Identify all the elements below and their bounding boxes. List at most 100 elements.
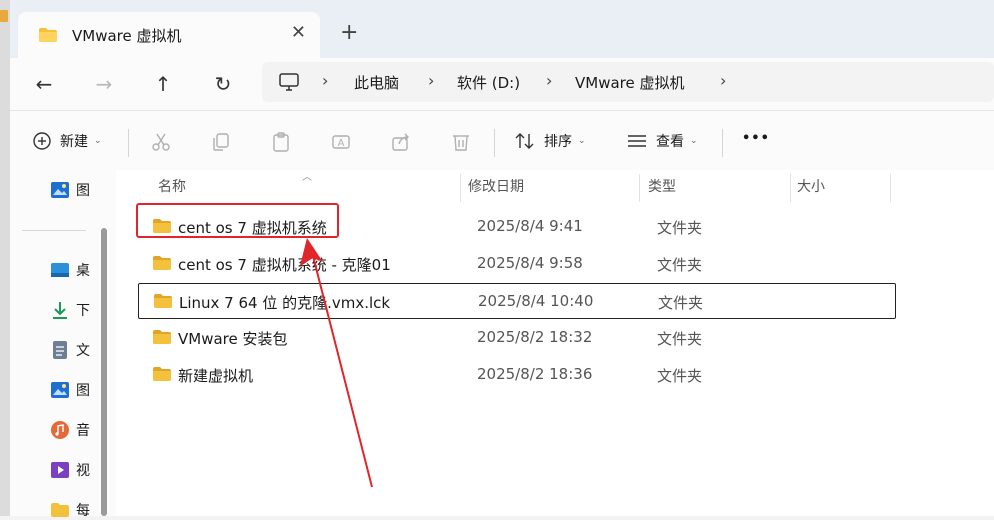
- new-label: 新建: [60, 134, 88, 150]
- column-header-size[interactable]: 大小: [797, 170, 825, 202]
- file-type: 文件夹: [657, 367, 703, 385]
- up-button[interactable]: ↑: [149, 70, 177, 98]
- sidebar-item-label: 视: [76, 463, 90, 479]
- back-button[interactable]: ←: [30, 70, 58, 98]
- breadcrumb-chevron[interactable]: ›: [720, 71, 726, 90]
- file-date: 2025/8/2 18:32: [477, 328, 593, 346]
- view-label: 查看: [656, 134, 684, 150]
- view-list-icon: [628, 135, 646, 147]
- more-options-button[interactable]: •••: [742, 131, 770, 146]
- column-header-name[interactable]: 名称: [158, 170, 186, 202]
- file-name: cent os 7 虚拟机系统 - 克隆01: [178, 256, 391, 274]
- folder-icon: [153, 330, 171, 344]
- file-date: 2025/8/4 9:41: [477, 217, 583, 235]
- folder-icon: [153, 367, 171, 381]
- breadcrumb-chevron[interactable]: ›: [322, 71, 328, 90]
- file-name: Linux 7 64 位 的克隆.vmx.lck: [179, 294, 391, 312]
- computer-icon: [279, 73, 299, 91]
- folder-icon: [39, 28, 57, 42]
- delete-icon[interactable]: [450, 131, 472, 153]
- file-date: 2025/8/4 10:40: [478, 292, 594, 310]
- folder-icon: [0, 10, 8, 22]
- divider: [639, 174, 640, 202]
- table-row[interactable]: VMware 安装包 2025/8/2 18:32 文件夹: [138, 320, 894, 354]
- share-icon[interactable]: [390, 131, 412, 153]
- file-type: 文件夹: [657, 256, 703, 274]
- divider: [722, 129, 723, 157]
- sidebar-item-documents[interactable]: 文: [50, 340, 90, 360]
- sort-button[interactable]: 排序 ⌄: [514, 131, 586, 151]
- cut-icon[interactable]: [150, 131, 172, 153]
- sidebar-item-label: 图: [76, 383, 90, 399]
- sidebar-item-pictures-2[interactable]: 图: [50, 380, 90, 400]
- table-row[interactable]: Linux 7 64 位 的克隆.vmx.lck 2025/8/4 10:40 …: [138, 283, 896, 319]
- sidebar-scrollbar[interactable]: [101, 228, 107, 516]
- highlight-annotation-box: [136, 203, 339, 238]
- file-name: VMware 安装包: [178, 330, 288, 348]
- breadcrumb-this-pc[interactable]: 此电脑: [354, 72, 399, 93]
- sidebar-item-label: 文: [76, 343, 90, 359]
- file-list: ︿ 名称 修改日期 类型 大小 cent os 7 虚拟机系统 2025/8/4…: [116, 170, 994, 516]
- sidebar-item-label: 每: [76, 503, 90, 519]
- column-header-date[interactable]: 修改日期: [468, 170, 524, 202]
- sidebar-item-folder[interactable]: 每: [50, 500, 90, 520]
- music-icon: [51, 421, 69, 439]
- desktop-icon: [51, 263, 69, 277]
- new-button[interactable]: 新建 ⌄: [32, 131, 102, 151]
- file-date: 2025/8/4 9:58: [477, 254, 583, 272]
- breadcrumb-drive-d[interactable]: 软件 (D:): [457, 72, 520, 93]
- copy-icon[interactable]: [210, 131, 232, 153]
- column-header-type[interactable]: 类型: [648, 170, 676, 202]
- new-tab-button[interactable]: +: [340, 20, 358, 45]
- plus-circle-icon: [33, 132, 51, 150]
- tab-title: VMware 虚拟机: [72, 26, 182, 45]
- divider: [460, 174, 461, 202]
- sidebar-item-pictures[interactable]: 图: [50, 180, 90, 200]
- background-window-edge: [0, 0, 10, 516]
- divider: [790, 174, 791, 202]
- breadcrumb-vmware[interactable]: VMware 虚拟机: [575, 72, 685, 93]
- forward-button[interactable]: →: [90, 70, 118, 98]
- file-type: 文件夹: [657, 219, 703, 237]
- address-row: ← → ↑ ↻ › 此电脑 › 软件 (D:) › VMware 虚拟机 ›: [10, 58, 994, 110]
- table-row[interactable]: 新建虚拟机 2025/8/2 18:36 文件夹: [138, 357, 894, 391]
- breadcrumb-chevron[interactable]: ›: [428, 71, 434, 90]
- address-bar[interactable]: › 此电脑 › 软件 (D:) › VMware 虚拟机 ›: [262, 62, 994, 102]
- divider: [494, 129, 495, 157]
- divider: [890, 174, 891, 202]
- breadcrumb-chevron[interactable]: ›: [546, 71, 552, 90]
- divider: [22, 230, 86, 231]
- sidebar-item-music[interactable]: 音: [50, 420, 90, 440]
- pictures-icon: [51, 382, 69, 398]
- sidebar-item-label: 图: [76, 183, 90, 199]
- file-type: 文件夹: [658, 294, 704, 312]
- folder-icon: [51, 503, 69, 517]
- file-type: 文件夹: [657, 330, 703, 348]
- chevron-down-icon: ⌄: [690, 136, 698, 146]
- folder-icon: [153, 256, 171, 270]
- sidebar-item-downloads[interactable]: 下: [50, 300, 90, 320]
- sort-label: 排序: [544, 134, 572, 150]
- table-row[interactable]: cent os 7 虚拟机系统 - 克隆01 2025/8/4 9:58 文件夹: [138, 246, 894, 280]
- rename-icon[interactable]: A: [330, 131, 352, 153]
- tab-bar: VMware 虚拟机 ✕ +: [10, 0, 994, 58]
- tab-vmware[interactable]: VMware 虚拟机 ✕: [18, 12, 320, 58]
- paste-icon[interactable]: [270, 131, 292, 153]
- svg-text:A: A: [338, 138, 345, 149]
- sidebar-item-desktop[interactable]: 桌: [50, 260, 90, 280]
- refresh-button[interactable]: ↻: [209, 70, 237, 98]
- sidebar-item-label: 桌: [76, 263, 90, 279]
- chevron-down-icon: ⌄: [578, 136, 586, 146]
- sidebar-item-videos[interactable]: 视: [50, 460, 90, 480]
- chevron-down-icon: ⌄: [94, 136, 102, 146]
- view-button[interactable]: 查看 ⌄: [626, 131, 698, 151]
- close-tab-icon[interactable]: ✕: [291, 22, 306, 43]
- command-bar: 新建 ⌄ A 排序 ⌄ 查看 ⌄ •••: [10, 110, 994, 171]
- file-name: 新建虚拟机: [178, 367, 254, 385]
- sidebar-item-label: 音: [76, 423, 90, 439]
- pictures-icon: [51, 182, 69, 198]
- download-icon: [53, 302, 67, 319]
- file-date: 2025/8/2 18:36: [477, 365, 593, 383]
- sort-ascending-icon: ︿: [302, 172, 312, 183]
- divider: [128, 129, 129, 157]
